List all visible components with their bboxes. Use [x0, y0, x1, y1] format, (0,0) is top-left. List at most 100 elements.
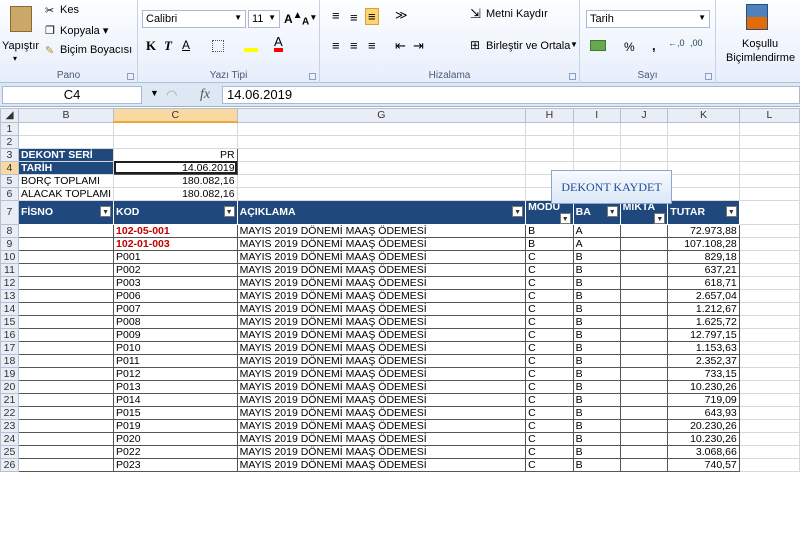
tutar-cell[interactable]: 10.230,26 — [667, 379, 740, 394]
aciklama-cell[interactable]: MAYIS 2019 DÖNEMİ MAAŞ ÖDEMESİ — [236, 353, 527, 368]
fisno-cell[interactable] — [17, 392, 115, 407]
row-header[interactable]: 18 — [0, 353, 19, 368]
alignment-launcher-icon[interactable] — [569, 73, 576, 80]
comma-button[interactable]: , — [652, 38, 656, 53]
cell[interactable] — [667, 173, 740, 188]
row-header[interactable]: 4 — [0, 160, 19, 175]
modul-cell[interactable]: C — [525, 353, 574, 368]
miktar-cell[interactable] — [619, 275, 669, 290]
miktar-cell[interactable] — [619, 444, 669, 459]
fisno-cell[interactable] — [17, 249, 115, 264]
merge-center-button[interactable]: Birleştir ve Ortala — [486, 40, 570, 52]
aciklama-cell[interactable]: MAYIS 2019 DÖNEMİ MAAŞ ÖDEMESİ — [236, 249, 527, 264]
aciklama-cell[interactable]: MAYIS 2019 DÖNEMİ MAAŞ ÖDEMESİ — [236, 223, 527, 238]
filter-dropdown-icon[interactable]: ▼ — [559, 212, 571, 223]
kod-cell[interactable]: P006 — [113, 288, 238, 303]
borc-toplami-cell[interactable]: 180.082,16 — [113, 173, 238, 188]
modul-cell[interactable]: C — [525, 431, 574, 446]
aciklama-cell[interactable]: MAYIS 2019 DÖNEMİ MAAŞ ÖDEMESİ — [236, 431, 527, 446]
kod-cell[interactable]: P009 — [113, 327, 238, 342]
aciklama-cell[interactable]: MAYIS 2019 DÖNEMİ MAAŞ ÖDEMESİ — [236, 327, 527, 342]
ba-cell[interactable]: B — [572, 457, 621, 472]
tutar-cell[interactable]: 618,71 — [667, 275, 740, 290]
cell[interactable] — [738, 186, 800, 201]
wrap-text-button[interactable]: Metni Kaydır — [486, 8, 548, 20]
decrease-indent-icon[interactable]: ⇤ — [395, 38, 406, 54]
number-launcher-icon[interactable] — [705, 73, 712, 80]
cell[interactable] — [738, 444, 800, 459]
underline-button[interactable]: A — [182, 38, 190, 52]
ba-cell[interactable]: B — [572, 444, 621, 459]
increase-decimal-icon[interactable]: ←,0 — [668, 38, 685, 48]
table-header-kod[interactable]: KOD ▼ — [113, 199, 238, 225]
row-header[interactable]: 25 — [0, 444, 19, 459]
insert-function-icon[interactable]: fx — [200, 87, 210, 103]
ba-cell[interactable]: B — [572, 405, 621, 420]
fisno-cell[interactable] — [17, 405, 115, 420]
miktar-cell[interactable] — [619, 379, 669, 394]
fisno-cell[interactable] — [17, 262, 115, 277]
cell[interactable] — [738, 199, 800, 225]
dekont-kaydet-button[interactable]: DEKONT KAYDET — [551, 170, 672, 204]
name-box[interactable]: C4 — [2, 86, 142, 104]
paste-dropdown-icon[interactable]: ▾ — [13, 54, 17, 63]
cell[interactable] — [738, 405, 800, 420]
cell[interactable] — [667, 134, 740, 149]
row-header[interactable]: 11 — [0, 262, 19, 277]
column-header-b[interactable]: B — [17, 108, 115, 123]
tutar-cell[interactable]: 20.230,26 — [667, 418, 740, 433]
filter-dropdown-icon[interactable]: ▼ — [725, 206, 737, 217]
ba-cell[interactable]: B — [572, 275, 621, 290]
shrink-font-icon[interactable]: A▼ — [302, 12, 317, 27]
cell[interactable] — [525, 147, 574, 162]
miktar-cell[interactable] — [619, 262, 669, 277]
dekont-seri-cell[interactable]: PR — [113, 147, 238, 162]
ba-cell[interactable]: B — [572, 288, 621, 303]
tutar-cell[interactable]: 733,15 — [667, 366, 740, 381]
cell[interactable] — [236, 134, 527, 149]
cut-icon[interactable]: ✂ — [45, 4, 54, 17]
cell[interactable] — [738, 288, 800, 303]
fill-color-icon[interactable] — [244, 40, 258, 52]
kod-cell[interactable]: P023 — [113, 457, 238, 472]
aciklama-cell[interactable]: MAYIS 2019 DÖNEMİ MAAŞ ÖDEMESİ — [236, 340, 527, 355]
align-center-icon[interactable]: ≡ — [350, 38, 358, 53]
modul-cell[interactable]: C — [525, 366, 574, 381]
ba-cell[interactable]: B — [572, 392, 621, 407]
tutar-cell[interactable]: 107.108,28 — [667, 236, 740, 251]
aciklama-cell[interactable]: MAYIS 2019 DÖNEMİ MAAŞ ÖDEMESİ — [236, 236, 527, 251]
merge-dropdown-icon[interactable]: ▼ — [570, 40, 578, 49]
clipboard-launcher-icon[interactable] — [127, 73, 134, 80]
ba-cell[interactable]: B — [572, 249, 621, 264]
kod-cell[interactable]: P019 — [113, 418, 238, 433]
column-header-h[interactable]: H — [525, 108, 574, 123]
row-header[interactable]: 1 — [0, 121, 19, 136]
conditional-formatting-button[interactable]: Koşullu Biçimlendirme — [716, 0, 800, 83]
increase-indent-icon[interactable]: ⇥ — [413, 38, 424, 54]
aciklama-cell[interactable]: MAYIS 2019 DÖNEMİ MAAŞ ÖDEMESİ — [236, 275, 527, 290]
align-middle-icon[interactable]: ≡ — [350, 10, 358, 25]
kod-cell[interactable]: P001 — [113, 249, 238, 264]
cell[interactable] — [738, 392, 800, 407]
aciklama-cell[interactable]: MAYIS 2019 DÖNEMİ MAAŞ ÖDEMESİ — [236, 301, 527, 316]
miktar-cell[interactable] — [619, 431, 669, 446]
fisno-cell[interactable] — [17, 379, 115, 394]
miktar-cell[interactable] — [619, 405, 669, 420]
modul-cell[interactable]: C — [525, 418, 574, 433]
aciklama-cell[interactable]: MAYIS 2019 DÖNEMİ MAAŞ ÖDEMESİ — [236, 405, 527, 420]
wrap-text-icon[interactable]: ⇲ — [470, 6, 481, 22]
tarih-cell[interactable]: 14.06.2019 — [113, 160, 238, 175]
font-size-select[interactable]: 11 ▼ — [248, 10, 280, 28]
fisno-cell[interactable] — [17, 275, 115, 290]
cell[interactable] — [572, 121, 621, 136]
row-header[interactable]: 24 — [0, 431, 19, 446]
kod-cell[interactable]: P010 — [113, 340, 238, 355]
modul-cell[interactable]: C — [525, 249, 574, 264]
tutar-cell[interactable]: 1.625,72 — [667, 314, 740, 329]
aciklama-cell[interactable]: MAYIS 2019 DÖNEMİ MAAŞ ÖDEMESİ — [236, 392, 527, 407]
column-header-j[interactable]: J — [619, 108, 669, 123]
cell[interactable] — [236, 147, 527, 162]
decrease-decimal-icon[interactable]: ,00 — [690, 38, 703, 48]
ba-cell[interactable]: B — [572, 314, 621, 329]
cell[interactable] — [738, 121, 800, 136]
